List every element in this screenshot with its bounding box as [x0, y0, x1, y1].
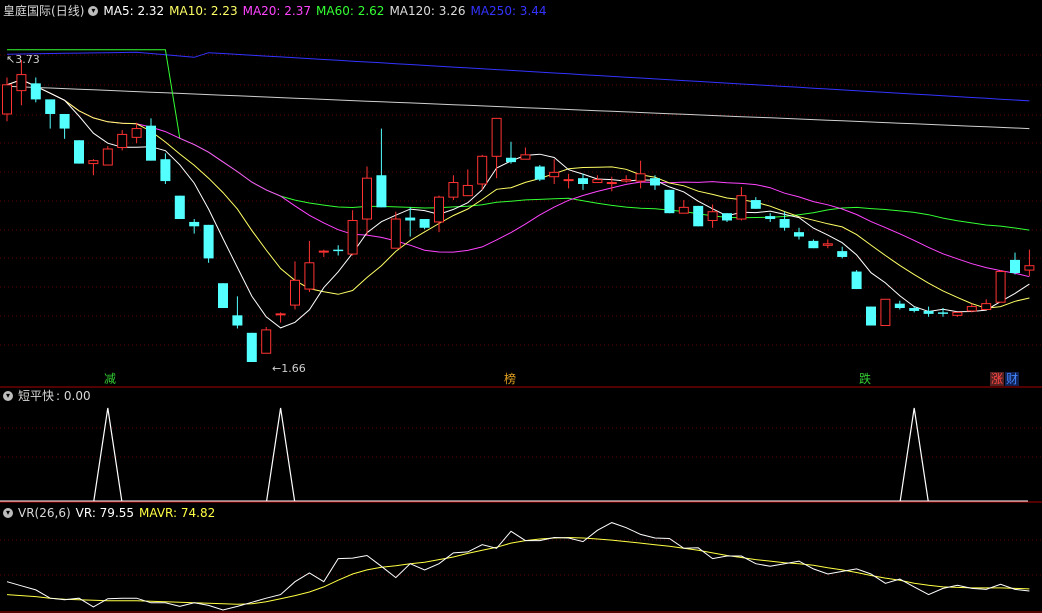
candle-body-down	[405, 217, 416, 221]
mavr-line	[6, 536, 1030, 605]
candle-body-up	[563, 179, 574, 182]
ma120-line	[6, 85, 1030, 130]
candle-body-up	[952, 311, 963, 316]
candle-body-down	[578, 178, 588, 185]
candle-body-up	[318, 250, 329, 253]
candle-body-up	[448, 182, 459, 198]
candle-body-up	[88, 160, 99, 165]
candle-body-down	[808, 240, 819, 249]
candle-body-down	[837, 251, 848, 257]
candle-body-up	[621, 179, 632, 182]
candle-body-up	[261, 329, 272, 354]
candle-body-up	[462, 184, 473, 197]
candle-body-up	[707, 211, 718, 221]
candle-body-down	[74, 140, 84, 164]
candle-body-up	[822, 243, 833, 246]
candle-body-down	[851, 271, 862, 290]
vr-line	[6, 522, 1030, 611]
signal-spike	[93, 407, 123, 502]
candle-body-up	[981, 303, 992, 310]
ma5-line	[6, 79, 1030, 329]
ma60-line	[7, 49, 1030, 231]
candle-body-down	[722, 213, 732, 221]
candle-body-up	[1024, 265, 1035, 271]
candle-body-down	[750, 200, 761, 209]
candle-body-down	[246, 332, 257, 362]
candle-body-down	[59, 113, 70, 129]
candle-body-up	[390, 218, 401, 249]
ma250-line	[6, 51, 1030, 102]
candle-body-up	[678, 206, 689, 214]
candle-body-down	[419, 219, 430, 228]
candle-body-up	[880, 298, 891, 327]
candle-body-down	[203, 224, 214, 259]
candle-body-up	[290, 279, 300, 306]
candle-body-down	[938, 312, 948, 314]
candle-body-down	[45, 99, 56, 114]
candle-body-down	[232, 315, 243, 326]
candle-body-up	[491, 117, 502, 157]
candle-body-down	[894, 303, 905, 309]
ma20-line	[6, 79, 1030, 278]
candle-body-down	[174, 195, 185, 220]
candle-body-down	[923, 310, 934, 314]
candle-body-down	[333, 249, 344, 252]
candle-body-down	[650, 178, 660, 186]
candle-body-up	[549, 171, 560, 178]
candle-body-down	[779, 219, 790, 228]
signal-spike	[899, 407, 929, 502]
candle-body-up	[2, 84, 12, 115]
candle-body-up	[434, 196, 444, 223]
candle-body-down	[30, 83, 41, 100]
candle-body-up	[592, 179, 603, 184]
candle-body-up	[275, 313, 286, 316]
candle-body-down	[534, 166, 545, 180]
candle-body-down	[794, 232, 804, 237]
candle-body-down	[506, 157, 516, 163]
candle-body-up	[606, 182, 617, 185]
candle-body-up	[102, 148, 113, 166]
signal-spike	[266, 407, 296, 502]
candle-body-down	[909, 308, 920, 311]
candle-body-down	[218, 283, 228, 309]
kline-chart[interactable]	[0, 0, 1042, 613]
candle-body-up	[16, 74, 27, 92]
candle-body-down	[146, 125, 156, 161]
candle-body-up	[966, 306, 977, 312]
candle-body-up	[117, 133, 128, 149]
candle-body-down	[693, 205, 704, 227]
candle-body-up	[736, 195, 747, 220]
candle-body-up	[362, 177, 372, 220]
ma10-line	[6, 79, 1030, 309]
candle-body-down	[160, 159, 171, 182]
candle-body-down	[866, 306, 876, 326]
candle-body-down	[189, 221, 200, 227]
candle-body-up	[304, 262, 315, 290]
candle-body-up	[477, 155, 488, 185]
candle-body-up	[520, 154, 531, 160]
candle-body-up	[635, 173, 646, 182]
candle-body-down	[765, 216, 776, 220]
candle-body-up	[131, 128, 142, 138]
candle-body-up	[347, 219, 358, 255]
candle-body-down	[376, 175, 387, 208]
candle-body-down	[664, 189, 675, 214]
candle-body-down	[1010, 259, 1020, 274]
candle-body-up	[995, 271, 1006, 303]
